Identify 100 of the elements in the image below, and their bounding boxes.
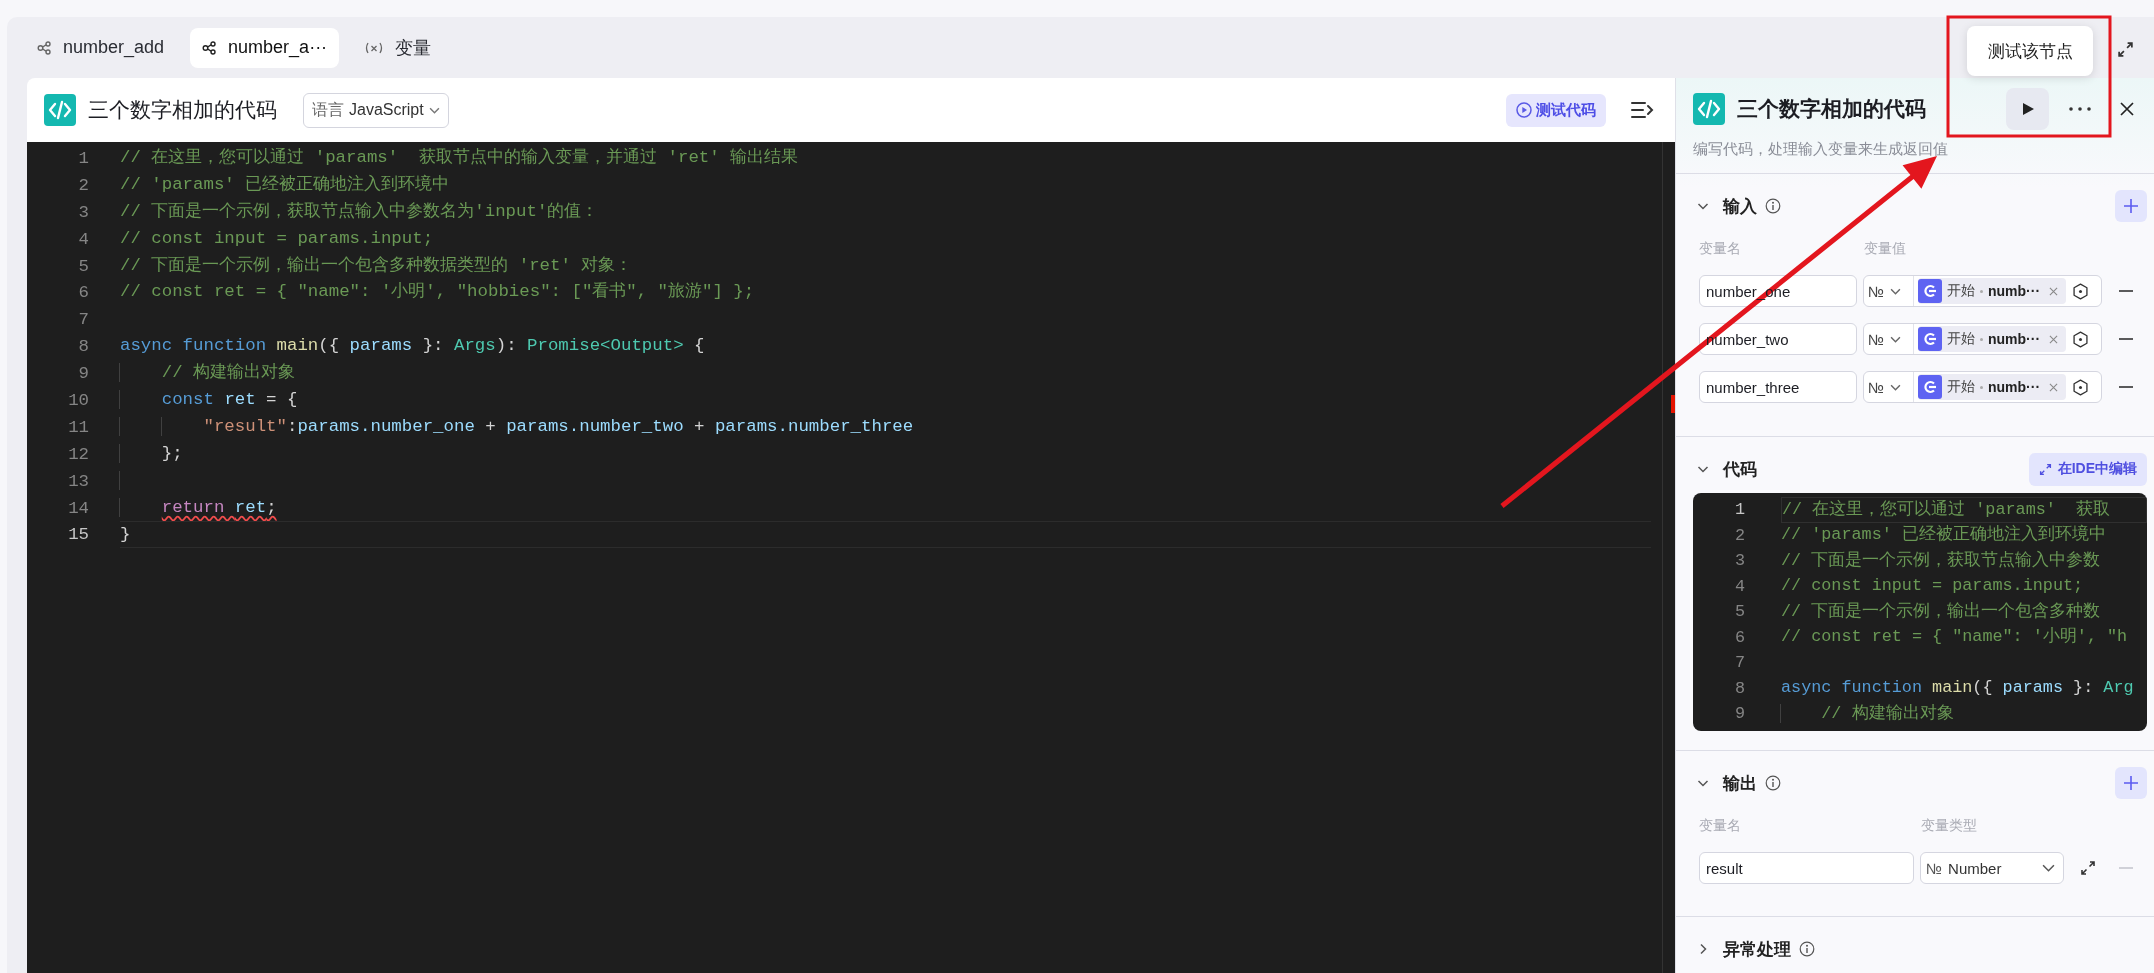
variable-name-field[interactable]: number_three [1699,371,1857,403]
tab[interactable]: number_add [25,27,177,68]
column-label: 变量类型 [1921,817,1977,835]
line-number: 2 [1733,525,1745,545]
node-description: 编写代码，处理输入变量来生成返回值 [1693,140,1949,159]
play-circle-icon [1516,102,1532,118]
code-line: return ret; [161,497,277,517]
variable-value-field[interactable]: № 开始 numb··· [1863,371,2102,403]
outline-toggle-icon[interactable] [1630,101,1654,119]
expand-icon [2038,462,2052,476]
section-title: 代码 [1723,458,1757,481]
add-button[interactable] [2115,190,2147,222]
variable-reference-tag[interactable]: 开始 numb··· [1918,374,2067,400]
plus-icon [2123,775,2139,791]
line-number: 8 [1733,678,1745,698]
node-source-icon [1918,279,1942,303]
remove-icon[interactable] [2049,334,2059,344]
play-icon [2020,102,2035,116]
line-number: 10 [67,390,89,410]
edit-in-ide-button[interactable]: 在IDE中编辑 [2028,452,2147,486]
line-number: 5 [1733,602,1745,622]
target-icon[interactable] [2072,378,2090,396]
line-number: 1 [1733,500,1745,520]
column-label: 变量值 [1864,240,1906,258]
line-number: 12 [67,444,89,464]
node-source-icon [1918,375,1942,399]
chevron-icon [1890,383,1902,391]
node-source-icon [1918,327,1942,351]
remove-icon[interactable] [2049,382,2059,392]
run-button[interactable] [2006,88,2049,130]
variable-value-field[interactable]: № 开始 numb··· [1863,323,2102,355]
node-title: 三个数字相加的代码 [88,97,277,123]
line-number: 8 [77,337,89,357]
target-icon[interactable] [2072,330,2090,348]
code-line: // const ret = { "name": '小明', "h [1781,627,2128,647]
type-select[interactable]: № [1864,372,1914,402]
code-line: // 构建输出对象 [1821,703,1954,723]
code-line: } [120,525,131,545]
code-line: // const input = params.input; [120,228,434,248]
line-number: 2 [77,175,89,195]
close-icon[interactable] [2119,101,2135,117]
code-line: const ret = { [161,390,298,409]
chevron-icon [428,106,440,114]
line-number: 5 [77,256,89,276]
target-icon[interactable] [2072,282,2090,300]
info-icon [1765,198,1781,214]
chevron-icon [1890,287,1902,295]
line-number: 4 [77,229,89,249]
code-line: // 下面是一个示例，输出一个包含多种数据类型的 'ret' 对象： [120,255,633,275]
code-preview[interactable] [1693,493,2147,731]
flow-icon [37,40,51,55]
code-line: // 在这里，您可以通过 'params' 获取 [1782,499,2110,519]
info-icon [1799,941,1815,957]
code-line: "result":params.number_one + params.number_two + params.number_three [203,416,914,436]
column-label: 变量名 [1699,817,1742,835]
code-line: async function main({ params }: Arg [1781,678,2134,698]
line-number: 13 [67,471,89,491]
line-number: 6 [1733,627,1745,647]
error-marker [1671,395,1675,413]
line-number: 4 [1733,576,1745,596]
add-button[interactable] [2115,767,2147,799]
line-number: 3 [77,202,89,222]
expand-icon[interactable] [2080,860,2096,876]
code-line: // const input = params.input; [1781,576,2084,596]
column-label: 变量名 [1699,240,1742,258]
remove-icon[interactable] [2049,286,2059,296]
line-number: 14 [67,498,89,518]
code-line: // 下面是一个示例，获取节点输入中参数名为'input'的值： [120,201,599,221]
flow-icon [202,40,217,55]
tab[interactable]: number_a··· [190,27,340,68]
variable-value-field[interactable]: № 开始 numb··· [1863,275,2102,307]
test-code-button[interactable]: 测试代码 [1506,93,1606,127]
code-line: }; [161,443,183,463]
section-title: 输入 [1723,195,1757,218]
code-line: // 在这里，您可以通过 'params' 获取节点中的输入变量，并通过 'ret' 输出结果 [120,148,799,167]
line-number: 1 [77,148,89,168]
code-line: async function main({ params }: Args): Promise<Output> { [120,336,705,356]
code-line: // const ret = { "name": '小明', "hobbies": ["看书", "旅游"] }; [120,282,755,302]
node-title: 三个数字相加的代码 [1737,96,1926,122]
code-line: // 下面是一个示例，获取节点输入中参数 [1781,550,2101,570]
code-icon [44,94,76,126]
tab[interactable]: 变量 [353,27,444,68]
line-number: 9 [1733,704,1745,724]
line-number: 3 [1733,551,1745,571]
language-select[interactable]: 语言 JavaScript [303,92,449,128]
code-line: // 下面是一个示例，输出一个包含多种数 [1781,601,2101,621]
line-number: 7 [1733,653,1745,673]
type-select[interactable]: № [1864,324,1914,354]
tooltip: 测试该节点 [1967,26,2093,76]
line-number: 15 [67,525,89,545]
variable-reference-tag[interactable]: 开始 numb··· [1918,326,2067,352]
variable-reference-tag[interactable]: 开始 numb··· [1918,278,2067,304]
expand-icon[interactable] [2117,41,2134,58]
code-line: // 'params' 已经被正确地注入到环境中 [120,174,450,194]
line-number: 11 [67,417,89,437]
section-title: 异常处理 [1723,938,1791,961]
variable-icon [365,41,384,54]
type-select[interactable]: № [1864,276,1914,306]
code-line: // 构建输出对象 [161,363,296,383]
more-icon[interactable] [2069,107,2091,111]
